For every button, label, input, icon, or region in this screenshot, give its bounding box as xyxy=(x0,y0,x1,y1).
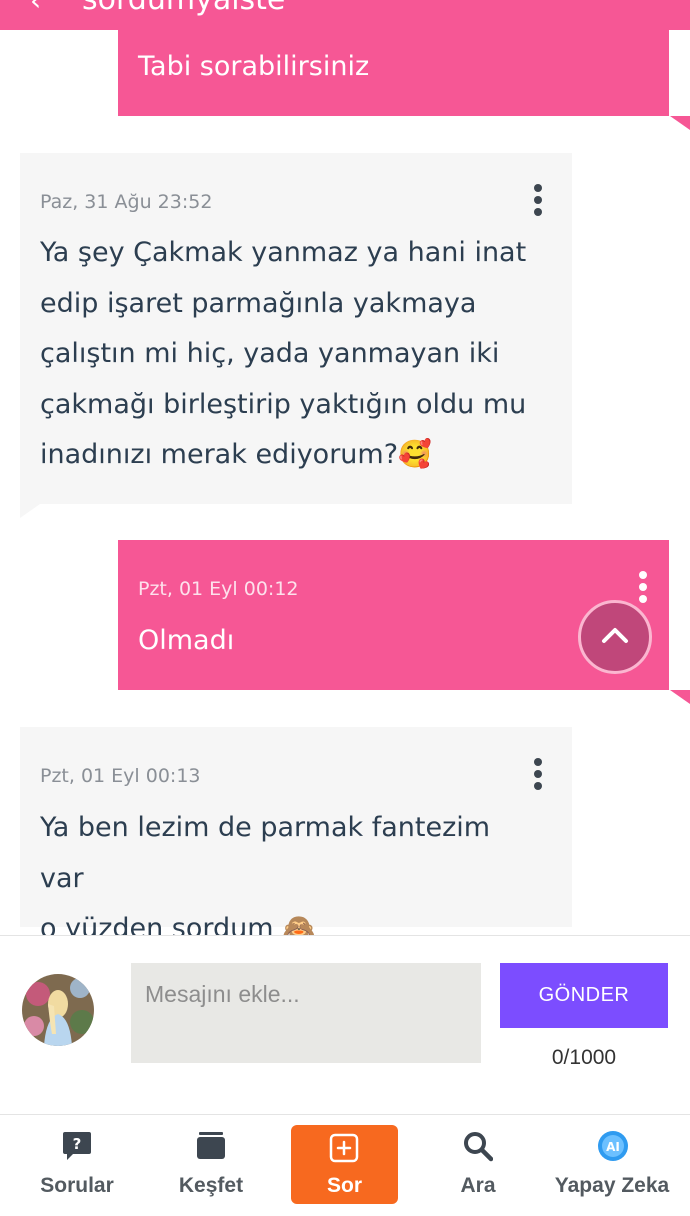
bottom-navigation: ? Sorular Keşfet Sor Ara AI Yapay Zeka xyxy=(0,1116,690,1216)
message-timestamp: Pzt, 01 Eyl 00:12 xyxy=(138,578,299,600)
message-list[interactable]: Tabi sorabilirsiniz Paz, 31 Ağu 23:52 Ya… xyxy=(0,30,690,935)
ai-badge-icon: AI xyxy=(598,1131,628,1161)
nav-label: Yapay Zeka xyxy=(554,1174,670,1197)
svg-text:AI: AI xyxy=(606,1140,620,1154)
nav-item-ara[interactable]: Ara xyxy=(418,1116,538,1216)
search-icon xyxy=(464,1132,493,1162)
more-options-icon[interactable] xyxy=(632,567,654,611)
nav-item-sor[interactable]: Sor xyxy=(291,1125,398,1204)
message-text: Tabi sorabilirsiniz xyxy=(138,51,370,82)
nav-item-sorular[interactable]: ? Sorular xyxy=(17,1116,137,1216)
message-bubble-theirs: Paz, 31 Ağu 23:52 Ya şey Çakmak yanmaz y… xyxy=(20,153,572,504)
bubble-tail xyxy=(670,116,690,130)
message-bubble-mine: Tabi sorabilirsiniz xyxy=(118,30,669,116)
bubble-tail xyxy=(20,504,40,518)
more-options-icon[interactable] xyxy=(527,180,549,224)
message-text: Ya şey Çakmak yanmaz ya hani inat edip i… xyxy=(40,237,527,470)
message-bubble-theirs: Pzt, 01 Eyl 00:13 Ya ben lezim de parmak… xyxy=(20,727,572,935)
nav-item-kesfet[interactable]: Keşfet xyxy=(151,1116,271,1216)
nav-label: Ara xyxy=(460,1174,496,1197)
avatar[interactable] xyxy=(22,974,94,1046)
nav-label: Sor xyxy=(326,1174,362,1197)
message-text: Ya ben lezim de parmak fantezim var o yü… xyxy=(40,812,491,935)
plus-square-icon xyxy=(329,1133,359,1163)
message-timestamp: Paz, 31 Ağu 23:52 xyxy=(40,191,213,213)
message-timestamp: Pzt, 01 Eyl 00:13 xyxy=(40,765,201,787)
chevron-left-icon[interactable]: ‹ xyxy=(30,0,41,17)
nav-label: Sorular xyxy=(40,1174,114,1197)
send-button[interactable]: GÖNDER xyxy=(500,963,668,1028)
question-bubble-icon: ? xyxy=(63,1132,91,1160)
chevron-up-icon xyxy=(602,628,628,643)
nav-item-yapay-zeka[interactable]: AI Yapay Zeka xyxy=(552,1116,672,1216)
cards-stack-icon xyxy=(197,1132,225,1159)
scroll-to-top-button[interactable] xyxy=(578,600,652,674)
bubble-tail xyxy=(670,690,690,704)
message-text: Olmadı xyxy=(138,625,235,656)
more-options-icon[interactable] xyxy=(527,754,549,798)
message-composer: GÖNDER 0/1000 xyxy=(0,935,690,1115)
message-input[interactable] xyxy=(131,963,481,1063)
chat-title: sordumyalste xyxy=(82,0,285,17)
character-counter: 0/1000 xyxy=(551,1046,617,1069)
nav-label: Keşfet xyxy=(178,1174,244,1197)
svg-text:?: ? xyxy=(73,1135,82,1153)
chat-header: ‹ sordumyalste xyxy=(0,0,690,30)
